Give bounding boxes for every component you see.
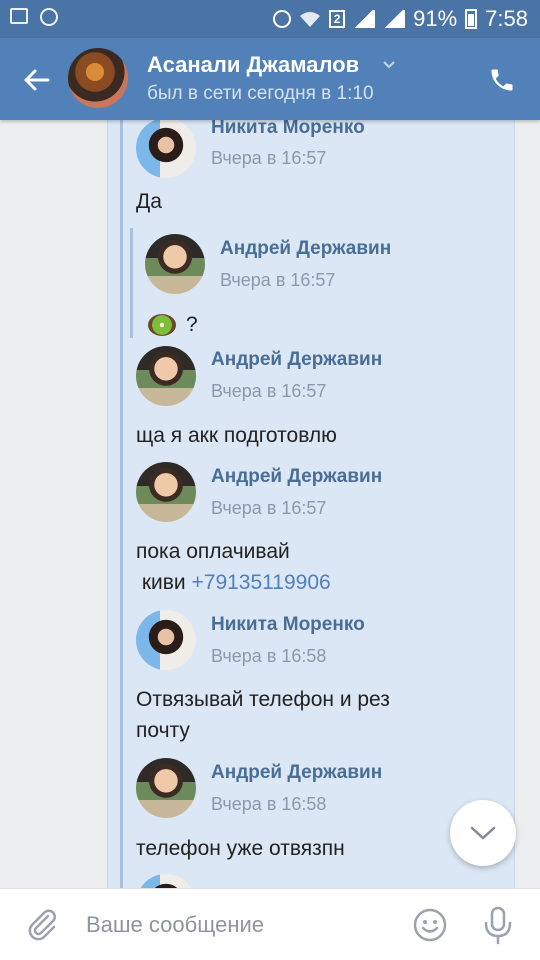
contact-avatar[interactable]	[68, 48, 128, 108]
message-time: Вчера в 16:57	[211, 498, 327, 518]
message-text: Да	[136, 190, 162, 213]
author-avatar[interactable]	[145, 234, 205, 294]
author-name[interactable]: Никита Моренко	[211, 120, 365, 139]
author-name[interactable]: Андрей Державин	[211, 349, 382, 371]
contact-name[interactable]: Асанали Джамалов	[147, 52, 359, 78]
signal-icon	[353, 10, 376, 28]
message-time: Вчера в 16:58	[211, 646, 327, 666]
message-text: киви +79135119906	[141, 571, 331, 594]
message-time: Вчера в 16:57	[211, 381, 327, 401]
message-text: Отвязывай телефон и рез	[136, 688, 390, 711]
forward-quote-bar	[120, 120, 123, 888]
microphone-icon[interactable]	[481, 905, 515, 945]
message-text: ща я акк подготовлю	[136, 424, 337, 447]
signal-icon	[383, 10, 406, 28]
author-avatar[interactable]	[136, 120, 196, 178]
wifi-icon	[300, 12, 321, 27]
author-name[interactable]: Никита Моренко	[211, 614, 365, 636]
message-text: телефон уже отвязпн	[136, 837, 345, 860]
conversation-header: Асанали Джамалов был в сети сегодня в 1:…	[0, 38, 540, 120]
author-avatar[interactable]	[136, 758, 196, 818]
status-bar: 2 91% 7:58	[0, 0, 540, 38]
kiwi-emoji-icon	[148, 314, 176, 337]
message-text: ?	[148, 309, 198, 340]
message-time: Вчера в 16:57	[211, 148, 327, 168]
phone-icon	[491, 69, 513, 91]
author-name[interactable]: Андрей Державин	[211, 762, 382, 784]
back-button[interactable]	[16, 60, 56, 100]
settings-badge-icon	[40, 8, 58, 26]
gallery-icon	[10, 8, 28, 24]
nested-forward-quote-bar	[130, 228, 133, 338]
sim-badge: 2	[329, 10, 346, 28]
message-input[interactable]	[86, 907, 376, 943]
message-text: пока оплачивай	[136, 540, 290, 563]
chevron-down-icon[interactable]	[382, 58, 396, 72]
chevron-down-icon	[470, 826, 496, 840]
call-button[interactable]	[482, 60, 522, 100]
clock: 7:58	[485, 6, 528, 31]
message-list[interactable]: Никита Моренко Вчера в 16:57 Да Андрей Д…	[0, 120, 540, 888]
smile-icon[interactable]	[412, 907, 448, 943]
author-avatar[interactable]	[136, 610, 196, 670]
battery-percent: 91%	[413, 6, 458, 31]
author-avatar[interactable]	[136, 346, 196, 406]
author-name[interactable]: Андрей Державин	[211, 466, 382, 488]
message-time: Вчера в 16:58	[211, 794, 327, 814]
author-name[interactable]: Андрей Державин	[220, 238, 391, 260]
message-composer	[0, 888, 540, 960]
contact-status: был в сети сегодня в 1:10	[147, 83, 374, 104]
message-time: Вчера в 16:57	[220, 270, 336, 290]
message-text: почту	[136, 719, 190, 742]
author-avatar[interactable]	[136, 462, 196, 522]
phone-link[interactable]: +79135119906	[192, 571, 331, 594]
alarm-icon	[273, 10, 292, 28]
battery-icon	[465, 9, 478, 29]
scroll-to-bottom-button[interactable]	[450, 800, 516, 866]
paperclip-icon[interactable]	[24, 907, 60, 943]
back-arrow-icon	[24, 69, 50, 91]
